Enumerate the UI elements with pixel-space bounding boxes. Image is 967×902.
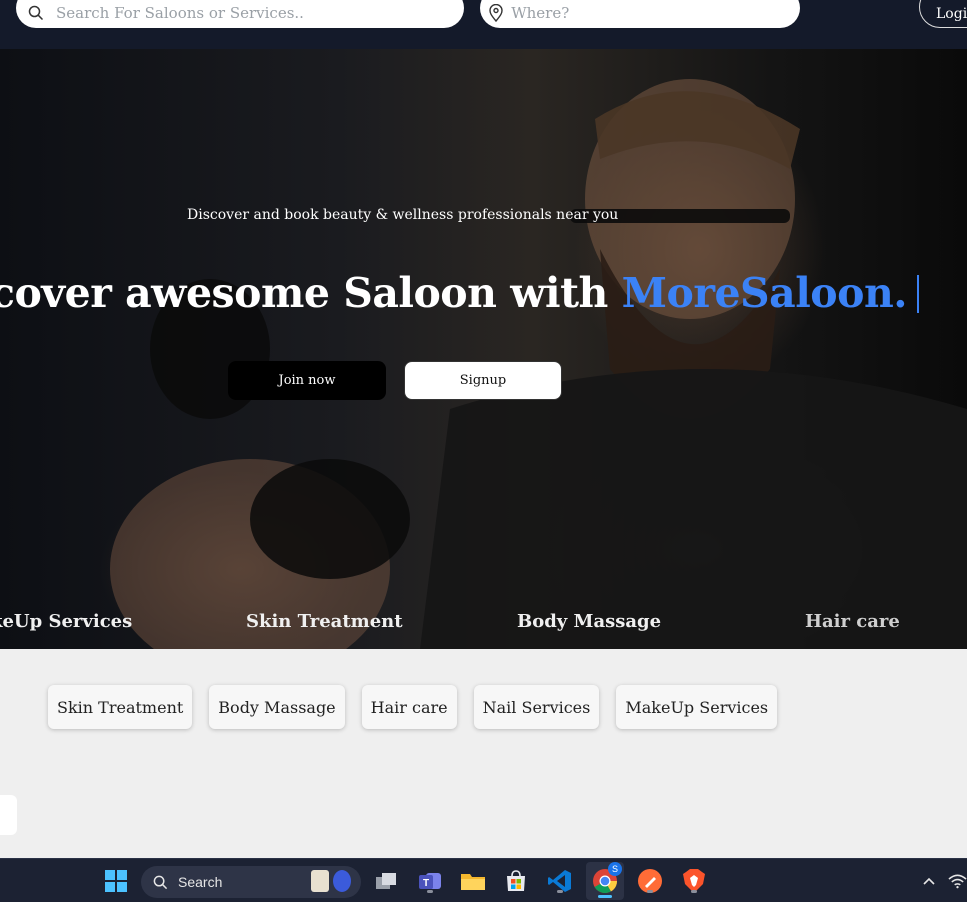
chrome-profile-badge: S (608, 862, 622, 876)
chevron-up-icon[interactable] (915, 867, 943, 895)
brave-icon[interactable] (680, 867, 708, 895)
category-chip[interactable]: Skin Treatment (48, 685, 193, 729)
start-icon[interactable] (102, 867, 130, 895)
signup-button[interactable]: Signup (404, 361, 562, 400)
svg-text:T: T (423, 878, 429, 889)
category-chip[interactable]: Nail Services (473, 685, 600, 729)
hero-banner: Discover and book beauty & wellness prof… (0, 49, 967, 649)
marquee-item: Hair care (805, 611, 900, 632)
marquee-item: Skin Treatment (246, 611, 403, 632)
location-search-bar[interactable] (480, 0, 800, 28)
location-pin-icon (480, 1, 511, 25)
widgets-icon (311, 870, 353, 894)
task-view-icon[interactable] (372, 867, 400, 895)
hero-title: cover awesome Saloon with MoreSaloon. (0, 269, 920, 317)
wifi-icon[interactable] (948, 867, 967, 895)
hero-title-text: cover awesome Saloon with (0, 269, 622, 317)
login-button[interactable]: Login (919, 0, 967, 28)
windows-taskbar: Search T S (0, 858, 967, 902)
hero-barber-image (110, 79, 967, 649)
marquee-item: keUp Services (0, 611, 133, 632)
services-marquee: keUp Services Skin Treatment Body Massag… (0, 611, 967, 637)
location-input[interactable] (511, 4, 800, 22)
service-search-input[interactable] (56, 4, 426, 22)
category-chip[interactable]: Body Massage (209, 685, 345, 729)
top-navbar: Login (0, 0, 967, 49)
taskbar-search-label: Search (178, 874, 223, 890)
typing-caret (917, 275, 920, 313)
chrome-icon[interactable]: S (586, 862, 624, 900)
hero-subtitle: Discover and book beauty & wellness prof… (187, 207, 619, 223)
search-icon (153, 875, 168, 889)
vscode-icon[interactable] (546, 867, 574, 895)
service-search-bar[interactable] (16, 0, 464, 28)
category-chip[interactable]: Hair care (361, 685, 457, 729)
teams-icon[interactable]: T (416, 867, 444, 895)
taskbar-search[interactable]: Search (141, 866, 361, 898)
category-chip[interactable]: MakeUp Services (616, 685, 778, 729)
search-icon (16, 1, 56, 25)
store-icon[interactable] (502, 867, 530, 895)
marquee-item: Body Massage (517, 611, 662, 632)
file-explorer-icon[interactable] (459, 867, 487, 895)
join-now-button[interactable]: Join now (228, 361, 386, 400)
postman-icon[interactable] (636, 867, 664, 895)
side-tab[interactable] (0, 795, 17, 835)
category-chips: Skin Treatment Body Massage Hair care Na… (48, 685, 778, 729)
brand-name: MoreSaloon. (621, 269, 908, 317)
